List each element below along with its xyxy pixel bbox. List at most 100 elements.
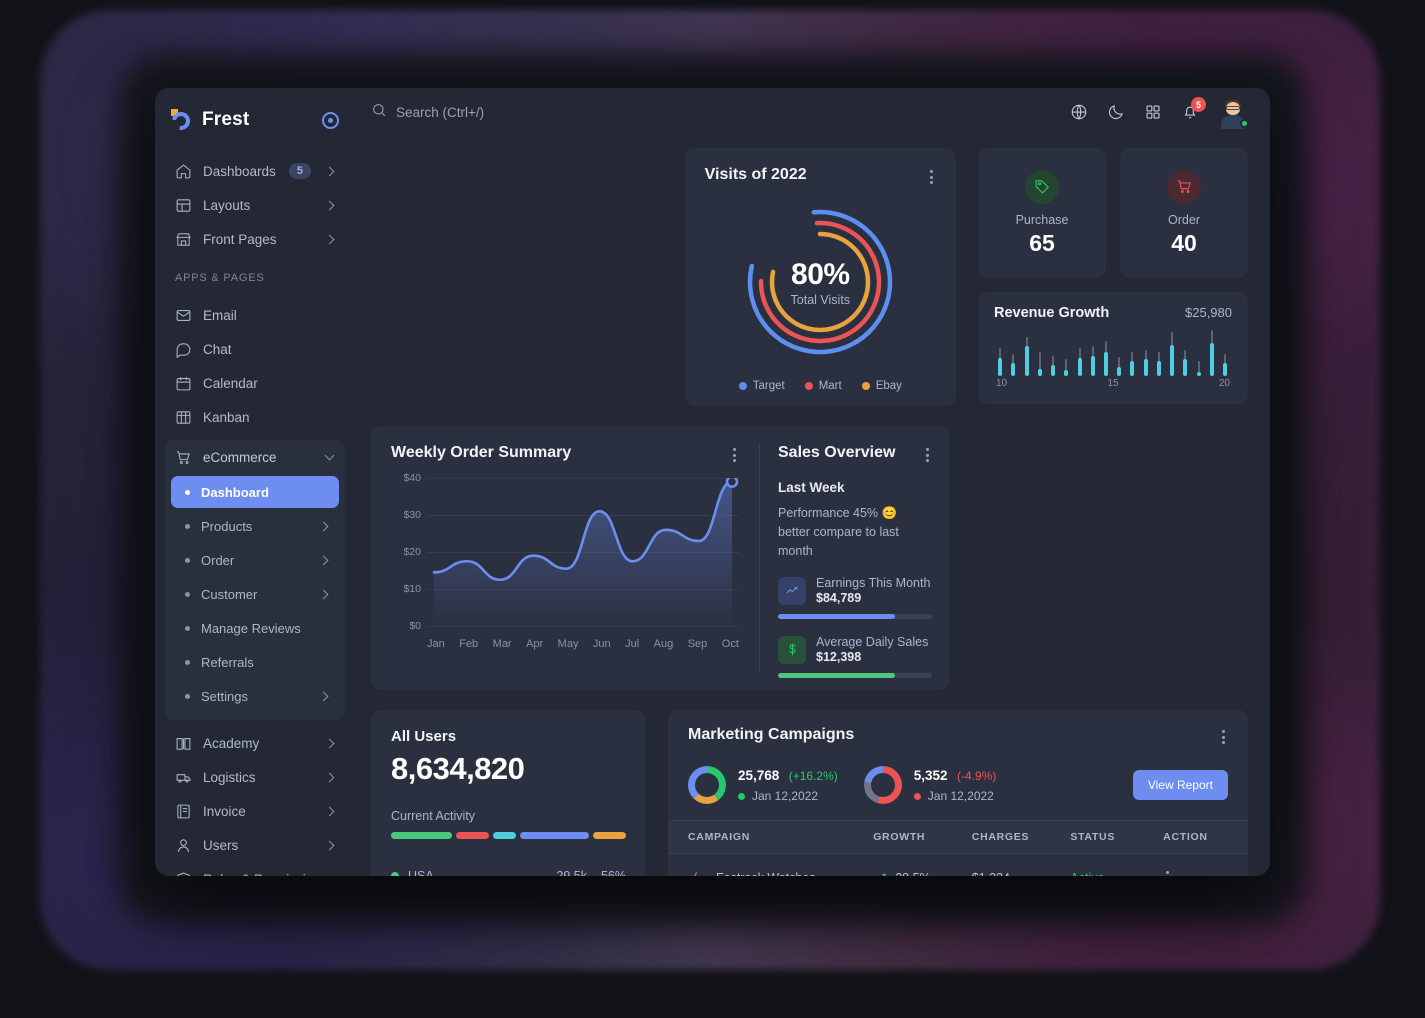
tag-icon xyxy=(1025,170,1059,204)
sidebar-subitem-manage-reviews[interactable]: Manage Reviews xyxy=(171,612,339,644)
revenue-bar-chart xyxy=(994,328,1232,376)
sidebar-item-users[interactable]: Users xyxy=(165,828,345,862)
activity-segment xyxy=(593,832,626,839)
sidebar-item-invoice[interactable]: Invoice xyxy=(165,794,345,828)
activity-segments xyxy=(391,832,626,839)
sidebar-item-dashboards[interactable]: Dashboards 5 xyxy=(165,154,345,188)
sidebar-label: Calendar xyxy=(203,376,335,391)
chevron-right-icon xyxy=(325,738,335,748)
sidebar-subitem-settings[interactable]: Settings xyxy=(171,680,339,712)
brand[interactable]: Frest xyxy=(155,92,355,148)
sidebar-item-logistics[interactable]: Logistics xyxy=(165,760,345,794)
sidebar-subitem-referrals[interactable]: Referrals xyxy=(171,646,339,678)
visits-title: Visits of 2022 xyxy=(705,166,807,184)
campaign-change: (+16.2%) xyxy=(789,769,838,783)
bullet-icon xyxy=(185,592,190,597)
stat-value: 40 xyxy=(1171,230,1197,257)
col-charges: CHARGES xyxy=(964,821,1063,854)
sales-menu-icon[interactable] xyxy=(923,444,932,466)
sidebar-item-email[interactable]: Email xyxy=(165,298,345,332)
sales-title: Sales Overview xyxy=(778,444,895,462)
main-area: Search (Ctrl+/) 5 xyxy=(355,88,1270,876)
x-tick-label: Sep xyxy=(688,638,708,650)
bell-icon[interactable]: 5 xyxy=(1181,103,1199,121)
weekly-area-chart: $0$10$20$30$40 JanFebMarAprMayJunJulAugS… xyxy=(391,478,739,650)
campaign-date-row: Jan 12,2022 xyxy=(738,789,838,803)
globe-icon[interactable] xyxy=(1070,103,1088,121)
circle-dot-icon[interactable] xyxy=(322,112,339,129)
chat-icon xyxy=(175,341,192,358)
sidebar-item-roles-permissions[interactable]: Roles & Permissions xyxy=(165,862,345,876)
campaign-charges: $1,324 xyxy=(964,854,1063,876)
revenue-tick: 15 xyxy=(1107,378,1118,389)
table-row[interactable]: Fastrack Watches 28.5% xyxy=(668,854,1248,876)
sidebar-subitem-customer[interactable]: Customer xyxy=(171,578,339,610)
chevron-right-icon xyxy=(325,200,335,210)
sidebar-subitem-products[interactable]: Products xyxy=(171,510,339,542)
bullet-icon xyxy=(185,490,190,495)
sidebar-item-academy[interactable]: Academy xyxy=(165,726,345,760)
col-campaign: CAMPAIGN xyxy=(668,821,865,854)
sidebar-label: Academy xyxy=(203,736,315,751)
sidebar-item-front-pages[interactable]: Front Pages xyxy=(165,222,345,256)
marketing-summary: 25,768 (+16.2%) Jan 12,2022 xyxy=(668,748,1248,820)
sidebar-item-layouts[interactable]: Layouts xyxy=(165,188,345,222)
weekly-menu-icon[interactable] xyxy=(730,444,739,466)
chevron-right-icon xyxy=(319,555,329,565)
stat-value: 65 xyxy=(1029,230,1055,257)
country-count: 29.5k xyxy=(556,869,587,876)
notification-badge: 5 xyxy=(1191,97,1206,112)
campaign-name: Fastrack Watches xyxy=(716,871,816,876)
sidebar-label: Dashboard xyxy=(201,485,329,500)
row-menu-icon[interactable] xyxy=(1163,867,1240,876)
sidebar: Frest Dashboards 5 Layouts Front Pag xyxy=(155,88,355,876)
sidebar-item-calendar[interactable]: Calendar xyxy=(165,366,345,400)
marketing-menu-icon[interactable] xyxy=(1219,726,1228,748)
all-users-title: All Users xyxy=(391,728,626,745)
sidebar-item-ecommerce[interactable]: eCommerce xyxy=(165,440,345,474)
cart-icon xyxy=(175,449,192,466)
search-input[interactable]: Search (Ctrl+/) xyxy=(371,102,1060,123)
visits-donut-chart: 80% Total Visits xyxy=(705,188,936,376)
revenue-title: Revenue Growth xyxy=(994,305,1109,321)
x-tick-label: Aug xyxy=(654,638,674,650)
revenue-tick: 10 xyxy=(996,378,1007,389)
x-tick-label: Jun xyxy=(593,638,611,650)
avatar[interactable] xyxy=(1218,97,1248,127)
sidebar-subitem-order[interactable]: Order xyxy=(171,544,339,576)
moon-icon[interactable] xyxy=(1107,103,1125,121)
sidebar-nav: Dashboards 5 Layouts Front Pages xyxy=(155,148,355,256)
y-tick-label: $0 xyxy=(409,620,421,632)
sidebar-subitem-dashboard[interactable]: Dashboard xyxy=(171,476,339,508)
revenue-tick: 20 xyxy=(1219,378,1230,389)
grid-icon[interactable] xyxy=(1144,103,1162,121)
sidebar-item-kanban[interactable]: Kanban xyxy=(165,400,345,434)
chevron-down-icon xyxy=(325,451,335,461)
sales-overview: Sales Overview Last Week Performance 45%… xyxy=(760,426,950,690)
stat-label: Order xyxy=(1168,213,1200,227)
campaign-summary-2: 5,352 (-4.9%) Jan 12,2022 xyxy=(864,766,997,804)
weekly-sales-card: Weekly Order Summary $0$10$20$30$40 JanF… xyxy=(371,426,950,690)
y-tick-label: $20 xyxy=(403,546,421,558)
sidebar-item-chat[interactable]: Chat xyxy=(165,332,345,366)
metric-value: $12,398 xyxy=(816,650,928,664)
metric-daily-sales: Average Daily Sales $12,398 xyxy=(778,635,932,678)
sales-description: Performance 45% 😊 better compare to last… xyxy=(778,504,932,560)
x-tick-label: Mar xyxy=(493,638,512,650)
marketing-title: Marketing Campaigns xyxy=(688,726,854,748)
all-users-value: 8,634,820 xyxy=(391,751,626,787)
stat-label: Purchase xyxy=(1016,213,1069,227)
view-report-button[interactable]: View Report xyxy=(1133,770,1228,800)
y-tick-label: $30 xyxy=(403,509,421,521)
sidebar-ecommerce-group: eCommerce Dashboard Products Orde xyxy=(155,434,355,720)
sidebar-label: Order xyxy=(201,553,309,568)
weekly-order-summary: Weekly Order Summary $0$10$20$30$40 JanF… xyxy=(371,426,759,690)
campaign-value: 25,768 xyxy=(738,768,779,783)
weekly-x-axis: JanFebMarAprMayJunJulAugSepOct xyxy=(427,638,739,650)
sidebar-label: Dashboards xyxy=(203,164,278,179)
dashboard-content: Visits of 2022 80% Total Visits xyxy=(355,136,1270,876)
metric-name: Average Daily Sales xyxy=(816,635,928,649)
stat-card-purchase: Purchase 65 xyxy=(978,148,1106,278)
visits-legend: Target Mart Ebay xyxy=(705,376,936,392)
visits-menu-icon[interactable] xyxy=(927,166,936,188)
